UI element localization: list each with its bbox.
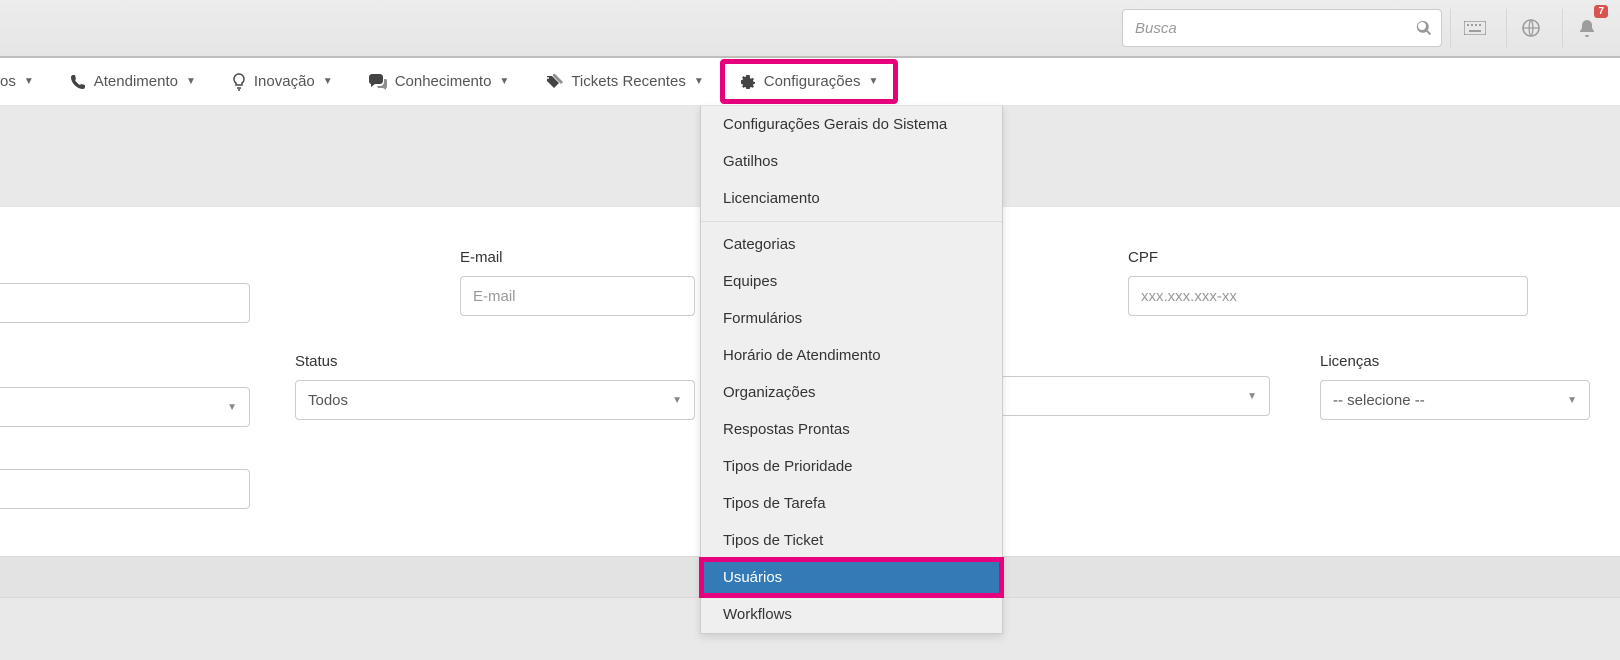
caret-down-icon: ▼ [323, 76, 333, 87]
dropdown-item-formularios[interactable]: Formulários [701, 300, 1002, 337]
input-email[interactable] [460, 276, 695, 316]
field-left-select: ▼ [0, 387, 250, 427]
caret-down-icon: ▼ [499, 76, 509, 87]
input-cpf[interactable] [1128, 276, 1528, 316]
gear-icon [740, 74, 756, 90]
label-cpf: CPF [1128, 249, 1528, 266]
lightbulb-icon [232, 73, 246, 91]
input-left-bottom[interactable] [0, 469, 250, 509]
comments-icon [369, 74, 387, 90]
notification-badge: 7 [1594, 5, 1608, 18]
label-licencas: Licenças [1320, 353, 1590, 370]
nav-item-conhecimento[interactable]: Conhecimento ▼ [351, 61, 528, 102]
select-mid[interactable]: ▼ [1000, 376, 1270, 416]
select-value: -- selecione -- [1333, 392, 1425, 409]
nav-label: Tickets Recentes [571, 73, 686, 90]
label-status: Status [295, 353, 695, 370]
caret-down-icon: ▼ [186, 76, 196, 87]
dropdown-item-tipos-prioridade[interactable]: Tipos de Prioridade [701, 448, 1002, 485]
navbar: os ▼ Atendimento ▼ Inovação ▼ Conhecimen… [0, 58, 1620, 106]
search-wrap [1122, 9, 1442, 47]
search-input[interactable] [1122, 9, 1442, 47]
dropdown-item-organizacoes[interactable]: Organizações [701, 374, 1002, 411]
notifications-icon[interactable]: 7 [1562, 9, 1610, 47]
caret-down-icon: ▼ [694, 76, 704, 87]
caret-down-icon: ▼ [1567, 395, 1577, 406]
tags-icon [545, 74, 563, 90]
dropdown-item-tipos-ticket[interactable]: Tipos de Ticket [701, 522, 1002, 559]
dropdown-item-usuarios[interactable]: Usuários [701, 559, 1002, 596]
select-left[interactable]: ▼ [0, 387, 250, 427]
select-licencas[interactable]: -- selecione -- ▼ [1320, 380, 1590, 420]
caret-down-icon: ▼ [868, 76, 878, 87]
nav-label: Conhecimento [395, 73, 492, 90]
caret-down-icon: ▼ [24, 76, 34, 87]
field-status: Status Todos ▼ [295, 353, 695, 420]
keyboard-icon[interactable] [1450, 9, 1498, 47]
field-left-bottom [0, 469, 250, 509]
dropdown-item-config-gerais[interactable]: Configurações Gerais do Sistema [701, 106, 1002, 143]
label-email: E-mail [460, 249, 695, 266]
field-email: E-mail [460, 249, 695, 316]
nav-item-tickets-recentes[interactable]: Tickets Recentes ▼ [527, 61, 721, 102]
dropdown-item-tipos-tarefa[interactable]: Tipos de Tarefa [701, 485, 1002, 522]
field-left-top [0, 283, 250, 323]
dropdown-item-respostas[interactable]: Respostas Prontas [701, 411, 1002, 448]
nav-label: Atendimento [94, 73, 178, 90]
field-licencas: Licenças -- selecione -- ▼ [1320, 353, 1590, 420]
phone-icon [70, 74, 86, 90]
topbar: 7 [0, 0, 1620, 58]
field-mid-select: ▼ [1000, 349, 1270, 416]
dropdown-item-categorias[interactable]: Categorias [701, 226, 1002, 263]
dropdown-separator [701, 221, 1002, 222]
nav-item-configuracoes[interactable]: Configurações ▼ [722, 61, 897, 102]
dropdown-item-gatilhos[interactable]: Gatilhos [701, 143, 1002, 180]
select-status[interactable]: Todos ▼ [295, 380, 695, 420]
nav-label: Inovação [254, 73, 315, 90]
caret-down-icon: ▼ [1247, 391, 1257, 402]
nav-label: os [0, 73, 16, 90]
field-cpf: CPF [1128, 249, 1528, 316]
nav-label: Configurações [764, 73, 861, 90]
caret-down-icon: ▼ [672, 395, 682, 406]
dropdown-item-licenciamento[interactable]: Licenciamento [701, 180, 1002, 217]
label-mid [1000, 349, 1270, 366]
dropdown-configuracoes: Configurações Gerais do Sistema Gatilhos… [700, 106, 1003, 634]
caret-down-icon: ▼ [227, 402, 237, 413]
globe-icon[interactable] [1506, 9, 1554, 47]
search-icon[interactable] [1416, 20, 1432, 36]
input-left-top[interactable] [0, 283, 250, 323]
nav-item-os[interactable]: os ▼ [0, 61, 52, 102]
nav-item-inovacao[interactable]: Inovação ▼ [214, 61, 351, 103]
nav-item-atendimento[interactable]: Atendimento ▼ [52, 61, 214, 102]
dropdown-item-workflows[interactable]: Workflows [701, 596, 1002, 633]
dropdown-item-equipes[interactable]: Equipes [701, 263, 1002, 300]
dropdown-item-horario[interactable]: Horário de Atendimento [701, 337, 1002, 374]
select-value: Todos [308, 392, 348, 409]
